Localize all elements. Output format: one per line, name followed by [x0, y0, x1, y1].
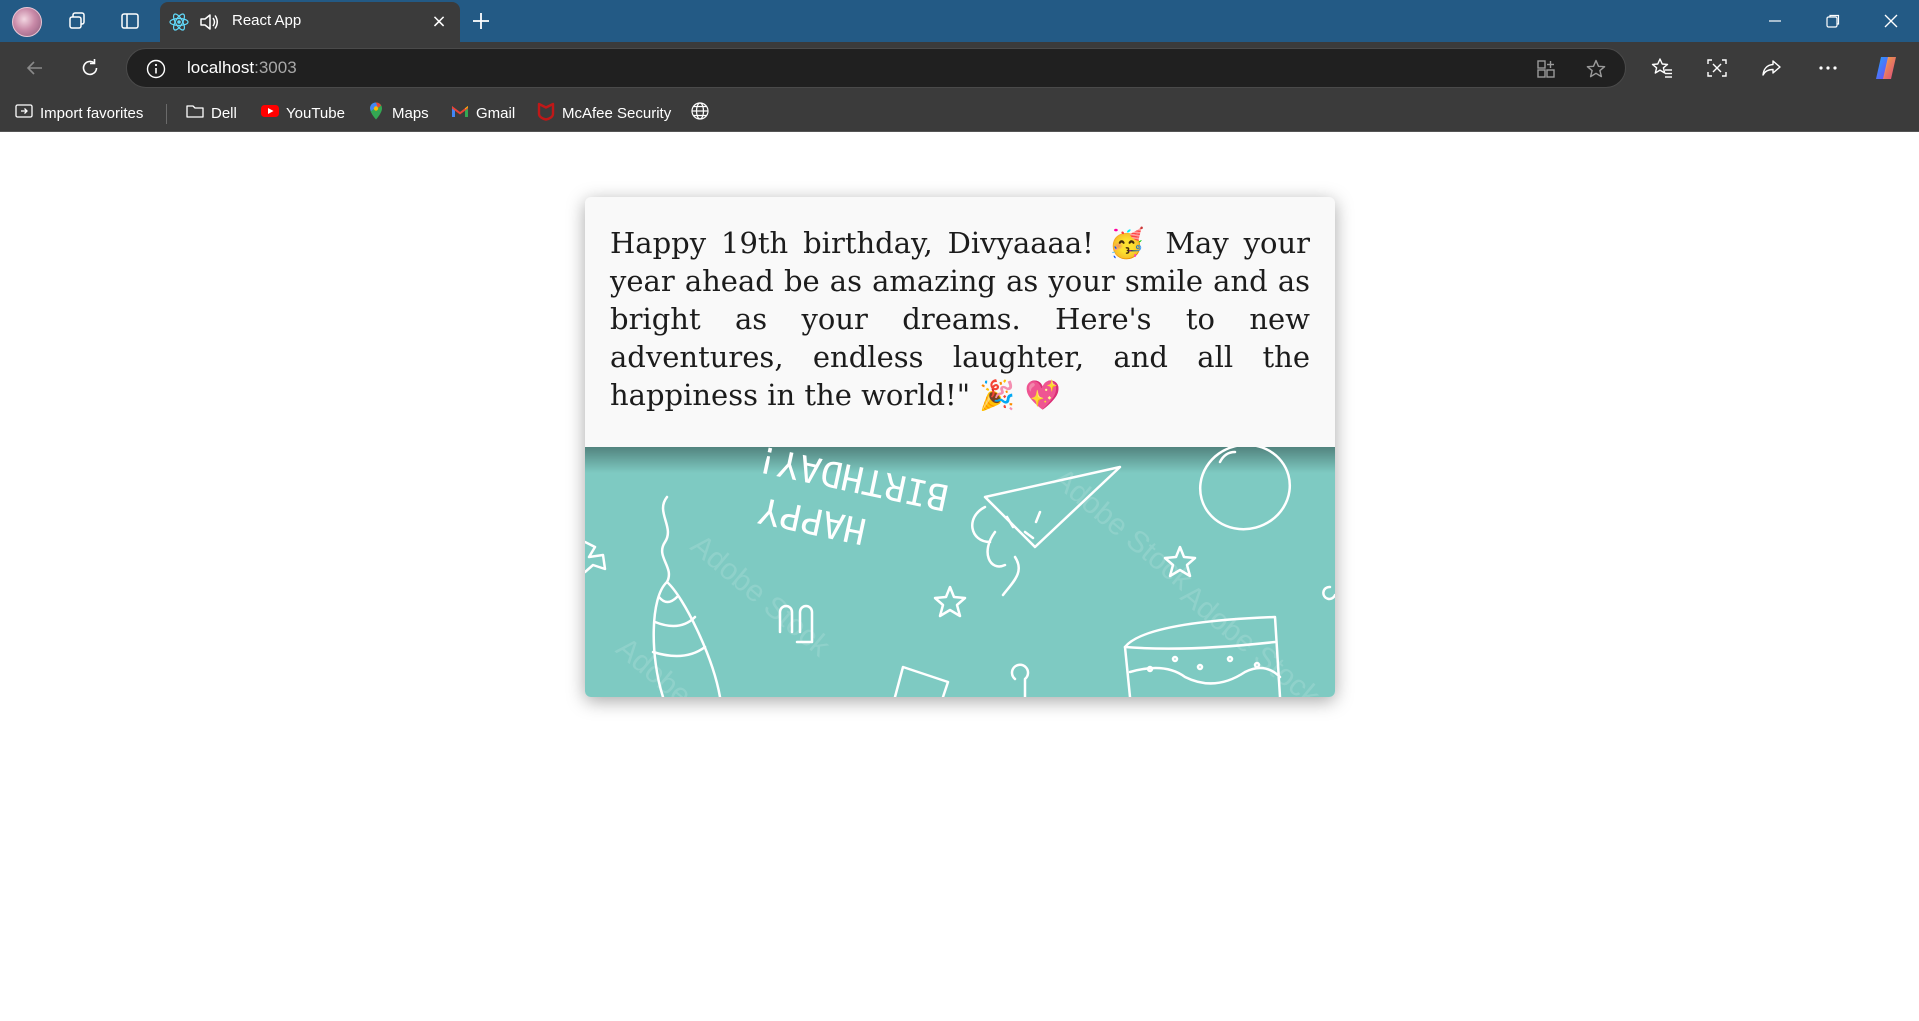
close-window-icon[interactable] — [1868, 6, 1914, 36]
bookmark-label: McAfee Security — [562, 104, 672, 122]
favorites-icon[interactable] — [1648, 54, 1676, 82]
url-host: localhost — [187, 58, 255, 77]
bookmark-label: YouTube — [286, 104, 345, 122]
watermark-text: Adobe Stock — [1175, 579, 1327, 697]
address-bar[interactable]: localhost:3003 — [126, 48, 1626, 88]
back-icon[interactable] — [21, 54, 49, 82]
folder-icon — [185, 101, 205, 125]
youtube-icon — [260, 101, 280, 125]
bookmark-youtube[interactable]: YouTube — [260, 102, 345, 124]
tab-react-app[interactable]: React App × — [160, 2, 460, 42]
restore-icon[interactable] — [1810, 6, 1856, 36]
workspaces-icon[interactable] — [66, 10, 88, 32]
bookmark-label: Gmail — [476, 104, 516, 122]
browser-toolbar: localhost:3003 — [0, 42, 1919, 94]
maps-icon — [366, 101, 386, 125]
new-tab-icon[interactable] — [469, 9, 493, 33]
watermark-text: Adobe Stock — [685, 529, 837, 664]
bookmark-maps[interactable]: Maps — [366, 102, 429, 124]
bookmark-mcafee-security[interactable]: McAfee Security — [536, 102, 671, 124]
refresh-icon[interactable] — [76, 54, 104, 82]
url-port: :3003 — [254, 58, 297, 77]
bookmark-import-favorites[interactable]: Import favorites — [14, 102, 143, 124]
tab-title: React App — [232, 12, 302, 29]
site-info-icon[interactable] — [145, 58, 167, 80]
browser-titlebar: React App × — [0, 0, 1919, 42]
app-available-icon[interactable] — [1535, 58, 1557, 80]
bookmark-label: Import favorites — [40, 104, 144, 122]
favorites-bar: Import favorites Dell YouTube Maps Gmail… — [0, 94, 1919, 132]
birthday-doodle-image: BIRTHDAY! HAPPY Adobe Stock Adobe Stock … — [585, 447, 1335, 697]
watermark-text: Adobe Stock — [1047, 462, 1199, 597]
screenshot-icon[interactable] — [1703, 54, 1731, 82]
share-icon[interactable] — [1758, 54, 1786, 82]
copilot-icon[interactable] — [1872, 54, 1900, 82]
bookmark-gmail[interactable]: Gmail — [450, 102, 515, 124]
bookmark-globe[interactable] — [690, 102, 710, 124]
birthday-card: Happy 19th birthday, Divyaaaa! 🥳 May you… — [585, 197, 1335, 697]
favorite-star-icon[interactable] — [1585, 58, 1607, 80]
watermark-text: Adobe Stock — [610, 631, 762, 697]
tab-close-icon[interactable]: × — [428, 11, 450, 33]
more-options-icon[interactable] — [1814, 54, 1842, 82]
url-text[interactable]: localhost:3003 — [187, 58, 297, 78]
bookmarks-divider — [166, 104, 167, 124]
vertical-tabs-icon[interactable] — [119, 10, 141, 32]
bookmark-label: Maps — [392, 104, 429, 122]
speaker-icon[interactable] — [198, 11, 220, 33]
birthday-message: Happy 19th birthday, Divyaaaa! 🥳 May you… — [610, 226, 1310, 412]
react-icon — [168, 11, 190, 33]
mcafee-icon — [536, 101, 556, 125]
import-icon — [14, 101, 34, 125]
minimize-icon[interactable] — [1752, 6, 1798, 36]
profile-avatar[interactable] — [12, 7, 42, 37]
bookmark-dell[interactable]: Dell — [185, 102, 237, 124]
bookmark-label: Dell — [211, 104, 237, 122]
globe-icon — [690, 101, 710, 125]
gmail-icon — [450, 101, 470, 125]
